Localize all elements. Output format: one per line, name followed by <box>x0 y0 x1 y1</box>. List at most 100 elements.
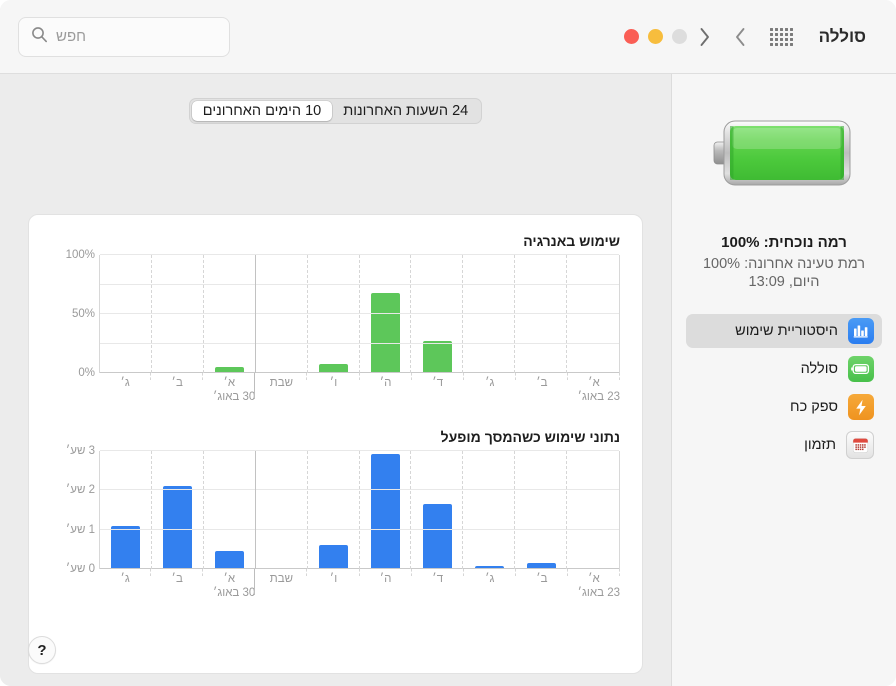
battery-icon <box>848 356 874 382</box>
bar-slot <box>152 255 204 373</box>
minimize-button[interactable] <box>647 29 663 44</box>
bar[interactable] <box>422 341 452 373</box>
y-tick-label: 2 שע׳ <box>65 484 95 497</box>
sidebar: רמה נוכחית: 100% רמת טעינה אחרונה: 100% … <box>671 74 896 686</box>
x-tick-label: ב׳ <box>151 373 204 389</box>
y-tick-label: 1 שע׳ <box>65 523 95 536</box>
day-divider <box>358 255 360 373</box>
sidebar-item-power-adapter[interactable]: ספק כח <box>686 390 882 424</box>
x-tick-label: ב׳ <box>516 373 569 389</box>
x-tick-label: ג׳ <box>464 569 516 585</box>
charts-card: שימוש באנרגיה 100% 50% 0% א׳ ב׳ ג׳ ד׳ ה׳… <box>28 214 643 674</box>
usage-history-icon <box>848 318 874 344</box>
x-tick-label: שבת <box>255 373 308 389</box>
toolbar-left-group: חפש <box>18 0 230 73</box>
day-divider <box>306 451 308 569</box>
bar-slot <box>152 451 204 569</box>
x-tick-label: א׳ <box>568 569 621 585</box>
x-tick-label: ה׳ <box>360 569 412 585</box>
sidebar-item-schedule[interactable]: תזמון <box>686 428 882 462</box>
schedule-icon <box>846 431 874 459</box>
x-tick-label: א׳ <box>203 373 256 399</box>
help-button[interactable]: ? <box>28 636 56 664</box>
week-range-label: 23 באוג׳ <box>577 587 620 599</box>
gridline <box>100 254 619 255</box>
bar-slot <box>411 451 463 569</box>
day-divider <box>462 451 464 569</box>
bar-slot <box>256 451 308 569</box>
bar[interactable] <box>215 551 245 569</box>
week-labels-energy: 23 באוג׳ 30 באוג׳ <box>99 389 620 403</box>
day-divider <box>358 451 360 569</box>
x-tick-label: שבת <box>255 569 308 585</box>
bar[interactable] <box>422 504 452 569</box>
segment-last-24-hours[interactable]: 24 השעות האחרונות <box>332 101 479 121</box>
bar[interactable] <box>370 453 400 569</box>
bar-slot <box>359 255 411 373</box>
bar[interactable] <box>111 525 141 569</box>
gridline <box>100 342 619 344</box>
power-adapter-icon <box>848 394 874 420</box>
screen-on-usage-chart: נתוני שימוש כשהמסך מופעל 3 שע׳ 2 שע׳ 1 ש… <box>51 425 621 599</box>
bar-slot <box>204 255 256 373</box>
week-range-label: 30 באוג׳ <box>212 391 256 403</box>
week-range-label: 23 באוג׳ <box>577 391 620 403</box>
day-divider <box>566 255 568 373</box>
sidebar-item-label: ספק כח <box>790 399 838 415</box>
search-placeholder: חפש <box>56 28 86 45</box>
bar-slot <box>100 451 152 569</box>
sidebar-item-battery[interactable]: סוללה <box>686 352 882 386</box>
x-tick-label: ב׳ <box>516 569 569 585</box>
segment-last-10-days[interactable]: 10 הימים האחרונים <box>191 101 333 121</box>
bar-series-screen-on <box>100 451 619 569</box>
sidebar-item-usage-history[interactable]: היסטוריית שימוש <box>686 314 882 348</box>
gridline <box>100 528 619 530</box>
chart-title: נתוני שימוש כשהמסך מופעל <box>440 429 620 445</box>
x-tick-label: ג׳ <box>99 373 152 389</box>
last-charge-time-text: היום, 13:09 <box>748 274 820 290</box>
grid-view-icon[interactable] <box>765 20 799 54</box>
bar[interactable] <box>370 292 400 373</box>
back-button[interactable] <box>723 19 759 55</box>
time-range-segmented-control[interactable]: 24 השעות האחרונות 10 הימים האחרונים <box>188 98 483 124</box>
x-tick-label: ה׳ <box>360 373 412 389</box>
toolbar-right-group: סוללה <box>623 0 882 73</box>
x-tick-label: ב׳ <box>151 569 204 585</box>
zoom-button[interactable] <box>671 29 687 44</box>
y-tick-label: 50% <box>71 308 95 320</box>
energy-usage-chart: שימוש באנרגיה 100% 50% 0% א׳ ב׳ ג׳ ד׳ ה׳… <box>51 229 621 403</box>
gridline <box>100 313 619 314</box>
chevron-forward-icon <box>700 27 710 46</box>
y-tick-label: 0 שע׳ <box>65 563 95 575</box>
gridline <box>100 283 619 285</box>
window-toolbar: חפש סוללה <box>0 0 896 74</box>
bar-series-energy <box>100 255 619 373</box>
week-divider <box>254 255 256 373</box>
day-divider <box>202 255 204 373</box>
day-divider <box>514 255 516 373</box>
search-input[interactable]: חפש <box>18 16 230 57</box>
x-tick-label: ד׳ <box>412 373 464 389</box>
chart-title: שימוש באנרגיה <box>523 233 620 249</box>
sidebar-nav-list: היסטוריית שימוש סוללה ספק כח תזמון <box>686 314 882 462</box>
day-divider <box>566 451 568 569</box>
battery-full-icon <box>710 110 858 196</box>
x-tick-label: א׳ <box>568 373 621 389</box>
day-divider <box>514 451 516 569</box>
plot-area-screen-on <box>99 450 620 569</box>
bar-slot <box>204 451 256 569</box>
x-tick-label: א׳ <box>203 569 256 595</box>
x-tick-label: ג׳ <box>464 373 516 389</box>
bar-slot <box>359 451 411 569</box>
day-divider <box>150 255 152 373</box>
window-body: רמה נוכחית: 100% רמת טעינה אחרונה: 100% … <box>0 74 896 686</box>
forward-button[interactable] <box>687 19 723 55</box>
close-button[interactable] <box>623 29 639 44</box>
y-tick-label: 0% <box>78 367 95 379</box>
x-tick-label: ג׳ <box>99 569 152 585</box>
bar[interactable] <box>318 545 349 569</box>
week-range-label: 30 באוג׳ <box>212 587 256 599</box>
day-divider <box>202 451 204 569</box>
current-level-text: רמה נוכחית: 100% <box>721 234 847 251</box>
bar-slot <box>567 255 619 373</box>
